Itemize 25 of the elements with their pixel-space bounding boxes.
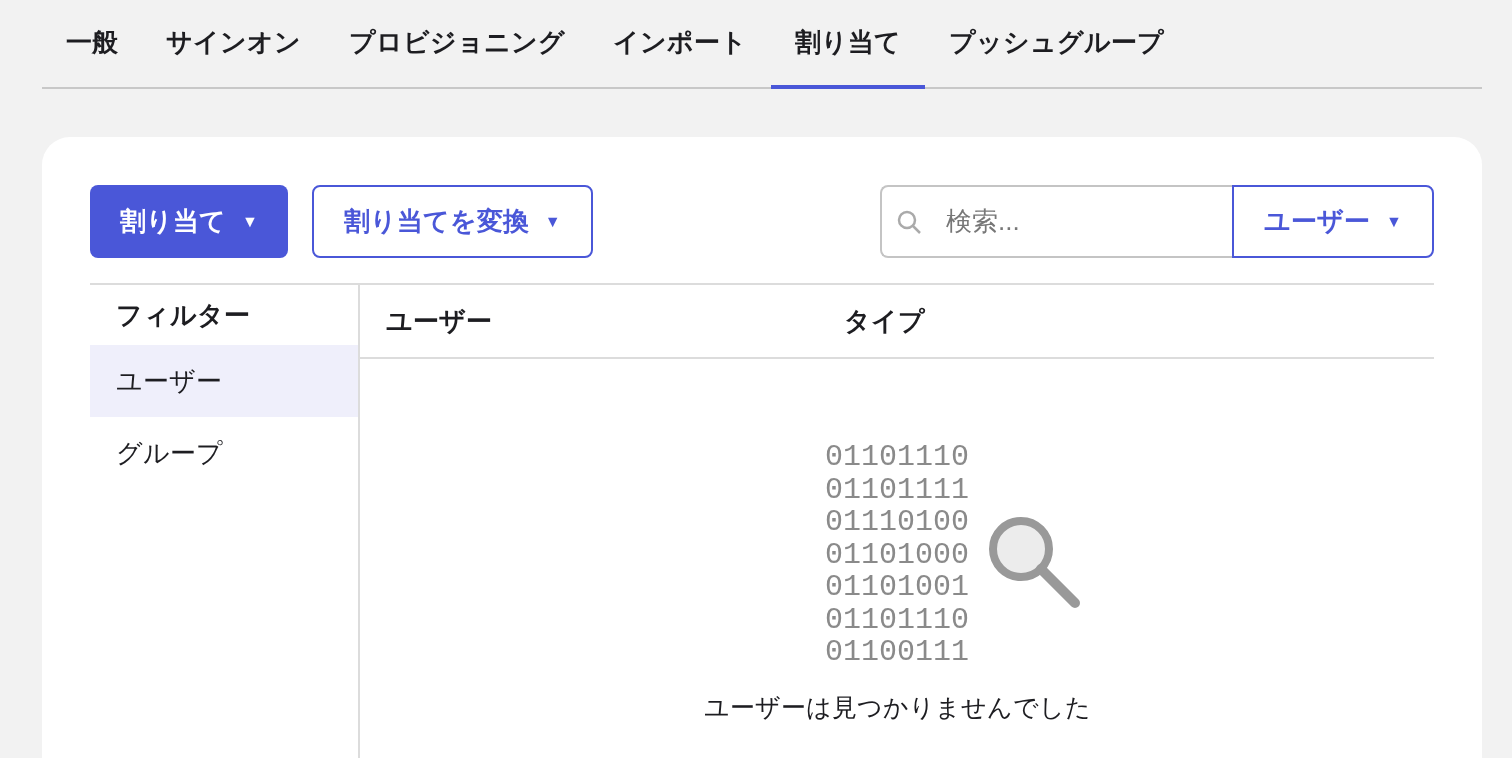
binary-line: 01100111 [825,636,969,669]
search-field[interactable]: 検索... [880,185,1232,258]
column-header: ユーザー [385,304,493,338]
filter-item[interactable]: グループ [90,417,358,489]
empty-message: ユーザーは見つかりませんでした [703,691,1091,723]
tab[interactable]: プッシュグループ [925,0,1188,89]
tab[interactable]: プロビジョニング [325,0,589,89]
convert-button[interactable]: 割り当てを変換 ▼ [311,185,593,258]
tab[interactable]: サインオン [142,0,325,89]
binary-line: 01101001 [825,571,969,604]
binary-line: 01101110 [825,441,969,474]
column-header: タイプ [843,304,926,338]
filter-title: フィルター [115,298,251,332]
binary-line: 01101111 [825,473,969,506]
tab[interactable]: 割り当て [771,0,925,89]
binary-line: 01101000 [825,538,969,571]
filter-item[interactable]: ユーザー [90,345,358,417]
binary-line: 01101110 [825,603,969,636]
tab[interactable]: インポート [589,0,771,89]
search-input[interactable]: 検索... [946,202,1206,241]
search-icon [896,208,922,235]
assign-button[interactable]: 割り当て ▼ [90,185,288,258]
binary-line: 01110100 [825,506,969,539]
scope-dropdown[interactable]: ユーザー ▼ [1232,185,1434,258]
tab[interactable]: 一般 [42,0,142,89]
